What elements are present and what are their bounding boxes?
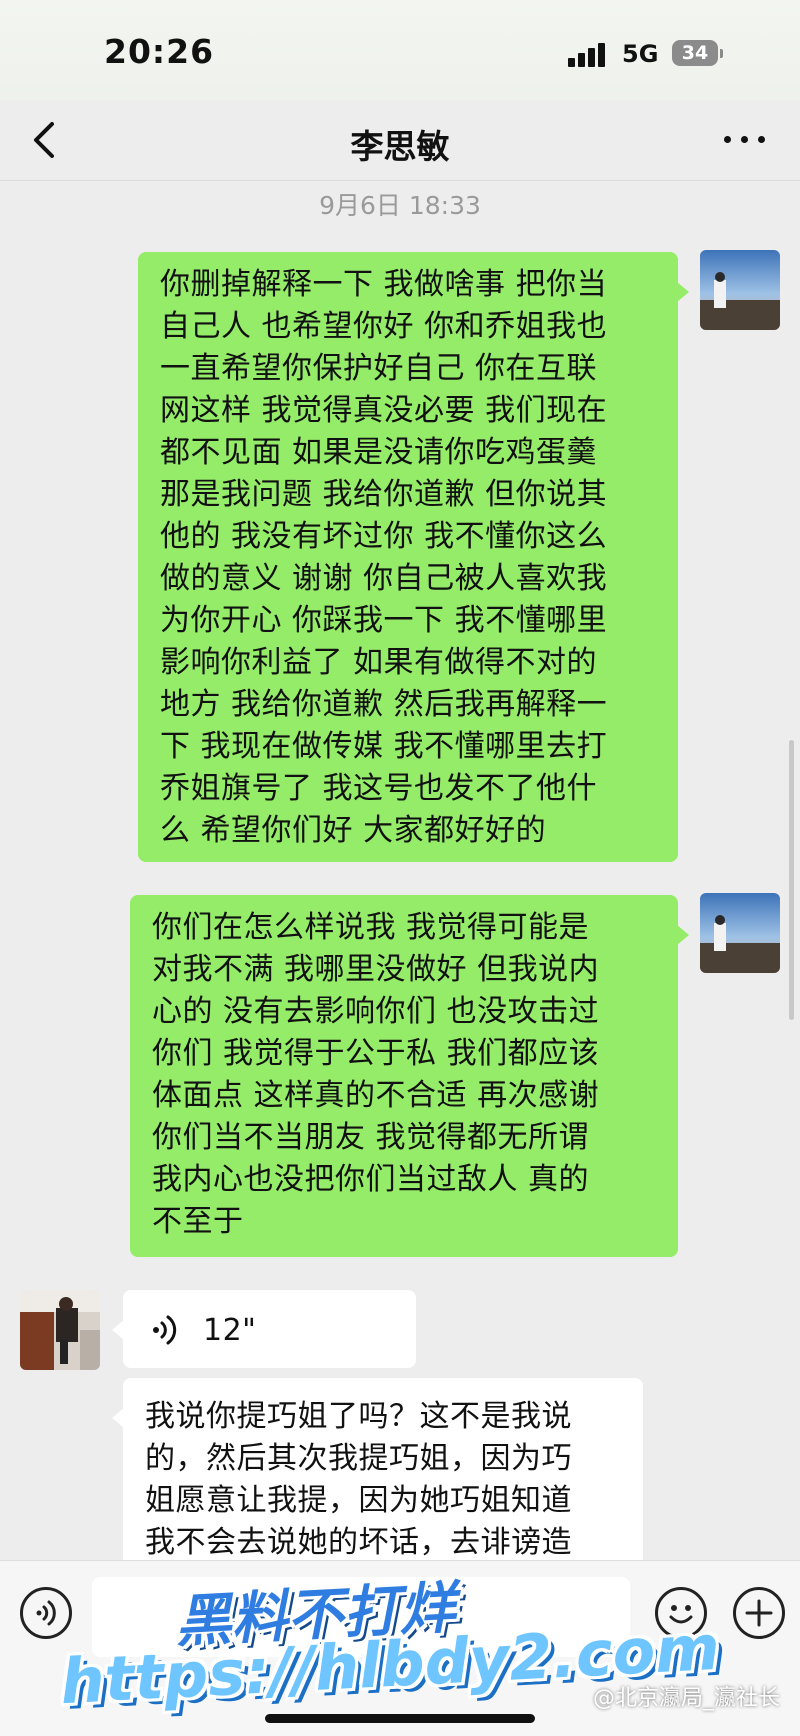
- message-line: 我内心也没把你们当过敌人 真的: [152, 1162, 590, 1197]
- message-line: 地方 我给你道歉 然后我再解释一: [160, 687, 608, 722]
- message-line: 自己人 也希望你好 你和乔姐我也: [160, 309, 608, 344]
- voice-message[interactable]: 12": [112, 1290, 416, 1368]
- message-text: 我说你提巧姐了吗？这不是我说 的，然后其次我提巧姐，因为巧 姐愿意让我提，因为她…: [145, 1396, 637, 1564]
- more-dots-icon[interactable]: [720, 118, 770, 158]
- message-line: 你们当不当朋友 我觉得都无所谓: [152, 1120, 590, 1155]
- message-line: 那是我问题 我给你道歉 但你说其: [160, 477, 608, 512]
- message-line: 乔姐旗号了 我这号也发不了他什: [160, 771, 598, 806]
- message-bubble[interactable]: 你删掉解释一下 我做啥事 把你当 自己人 也希望你好 你和乔姐我也 一直希望你保…: [138, 252, 689, 862]
- voice-duration: 12": [203, 1313, 257, 1348]
- message-timestamp: 9月6日 18:33: [319, 191, 481, 220]
- message-line: 姐愿意让我提，因为她巧姐知道: [145, 1483, 572, 1518]
- message-line: 影响你利益了 如果有做得不对的: [160, 645, 598, 680]
- message-line: 么 希望你们好 大家都好好的: [160, 813, 547, 848]
- message-line: 的，然后其次我提巧姐，因为巧: [145, 1441, 572, 1476]
- message-line: 你们 我觉得于公于私 我们都应该: [152, 1036, 600, 1071]
- message-line: 我不会去说她的坏话，去诽谤造: [145, 1525, 572, 1560]
- message-line: 都不见面 如果是没请你吃鸡蛋羹: [160, 435, 598, 470]
- message-line: 对我不满 我哪里没做好 但我说内: [152, 952, 600, 987]
- message-line: 你们在怎么样说我 我觉得可能是: [152, 910, 590, 945]
- message-line: 为你开心 你踩我一下 我不懂哪里: [160, 603, 608, 638]
- message-line: 下 我现在做传媒 我不懂哪里去打: [160, 729, 608, 764]
- message-line: 一直希望你保护好自己 你在互联: [160, 351, 598, 386]
- message-line: 你删掉解释一下 我做啥事 把你当: [160, 267, 608, 302]
- voice-input-icon[interactable]: [20, 1587, 72, 1639]
- message-bubble[interactable]: 你们在怎么样说我 我觉得可能是 对我不满 我哪里没做好 但我说内 心的 没有去影…: [130, 895, 689, 1257]
- battery-icon: 34: [672, 40, 723, 66]
- message-line: 做的意义 谢谢 你自己被人喜欢我: [160, 561, 608, 596]
- message-line: 不至于: [152, 1204, 244, 1239]
- weibo-watermark: @北京瀛局_瀛社长: [592, 1686, 780, 1711]
- avatar[interactable]: [700, 250, 780, 330]
- avatar[interactable]: [20, 1290, 100, 1370]
- voice-wave-icon: [153, 1315, 177, 1345]
- message-text: 你们在怎么样说我 我觉得可能是 对我不满 我哪里没做好 但我说内 心的 没有去影…: [152, 907, 672, 1243]
- message-line: 网这样 我觉得真没必要 我们现在: [160, 393, 608, 428]
- chat-title: 李思敏: [350, 127, 450, 166]
- plus-icon[interactable]: [733, 1587, 785, 1639]
- status-time: 20:26: [104, 32, 215, 71]
- signal-icon: [568, 43, 608, 67]
- scrollbar[interactable]: [789, 740, 794, 1020]
- message-line: 体面点 这样真的不合适 再次感谢: [152, 1078, 600, 1113]
- chat-header: 李思敏: [0, 100, 800, 181]
- message-line: 他的 我没有坏过你 我不懂你这么: [160, 519, 608, 554]
- status-bar: 20:26 5G 34: [0, 0, 800, 100]
- network-type: 5G: [622, 40, 659, 68]
- message-text: 你删掉解释一下 我做啥事 把你当 自己人 也希望你好 你和乔姐我也 一直希望你保…: [160, 264, 670, 852]
- message-line: 心的 没有去影响你们 也没攻击过: [152, 994, 600, 1029]
- message-line: 我说你提巧姐了吗？这不是我说: [145, 1399, 572, 1434]
- avatar[interactable]: [700, 893, 780, 973]
- message-bubble[interactable]: 我说你提巧姐了吗？这不是我说 的，然后其次我提巧姐，因为巧 姐愿意让我提，因为她…: [112, 1378, 643, 1578]
- home-indicator[interactable]: [265, 1714, 535, 1723]
